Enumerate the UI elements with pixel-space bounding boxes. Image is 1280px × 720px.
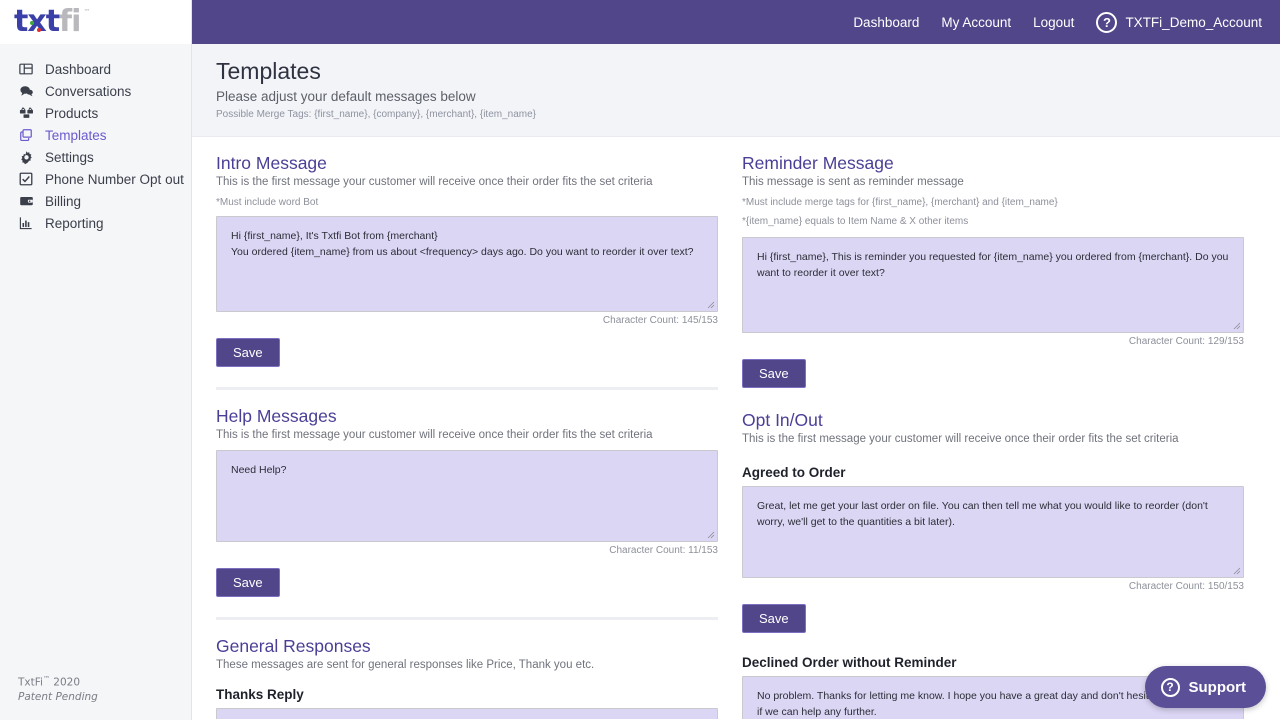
top-navbar: Dashboard My Account Logout ? TXTFi_Demo…: [192, 0, 1280, 44]
agreed-to-order-label: Agreed to Order: [742, 465, 846, 480]
dashboard-icon: [18, 61, 34, 77]
sidebar-item-label: Phone Number Opt out: [45, 171, 184, 187]
help-save-button[interactable]: Save: [216, 568, 280, 597]
right-column: Reminder Message This message is sent as…: [742, 153, 1244, 719]
general-title: General Responses: [216, 636, 371, 656]
topnav-dashboard[interactable]: Dashboard: [853, 15, 919, 30]
sidebar-item-conversations[interactable]: Conversations: [0, 80, 191, 102]
main-area: Dashboard My Account Logout ? TXTFi_Demo…: [192, 0, 1280, 720]
intro-message-textarea[interactable]: [216, 216, 718, 312]
help-title: Help Messages: [216, 406, 337, 426]
question-mark-circle-icon[interactable]: ?: [1096, 11, 1118, 33]
products-icon: [18, 105, 34, 121]
logo-wordmark: txtfi ™: [14, 4, 90, 39]
topnav-my-account[interactable]: My Account: [941, 15, 1011, 30]
thanks-reply-label: Thanks Reply: [216, 687, 304, 702]
reminder-subtitle: This message is sent as reminder message: [742, 176, 964, 188]
reminder-character-count: Character Count: 129/153: [1128, 336, 1244, 347]
reminder-note-2: *{item_name} equals to Item Name & X oth…: [742, 216, 969, 227]
intro-note: *Must include word Bot: [216, 197, 319, 208]
merge-tags-hint: Possible Merge Tags: {first_name}, {comp…: [216, 109, 536, 120]
content-columns: Intro Message This is the first message …: [192, 137, 1280, 719]
sidebar: txtfi ™ Dashboard Conversations Products…: [0, 0, 192, 720]
divider: [216, 387, 718, 390]
reminder-save-button[interactable]: Save: [742, 359, 806, 388]
general-subtitle: These messages are sent for general resp…: [216, 659, 595, 671]
logo[interactable]: txtfi ™: [0, 0, 191, 44]
page-subtitle: Please adjust your default messages belo…: [216, 89, 476, 104]
sidebar-item-phone-number-opt-out[interactable]: Phone Number Opt out: [0, 168, 191, 190]
sidebar-item-label: Reporting: [45, 215, 104, 231]
agreed-to-order-textarea[interactable]: [742, 486, 1244, 578]
section-reminder-message: Reminder Message This message is sent as…: [742, 153, 1244, 388]
intro-subtitle: This is the first message your customer …: [216, 176, 653, 188]
account-menu[interactable]: ? TXTFi_Demo_Account: [1096, 11, 1262, 33]
sidebar-item-label: Billing: [45, 193, 82, 209]
account-name-label: TXTFi_Demo_Account: [1125, 14, 1262, 30]
sidebar-item-label: Conversations: [45, 83, 132, 99]
logo-green-dot: [30, 21, 34, 25]
intro-title: Intro Message: [216, 153, 327, 173]
sidebar-item-label: Products: [45, 105, 99, 121]
agreed-to-order-character-count: Character Count: 150/153: [1128, 581, 1244, 592]
sidebar-nav: Dashboard Conversations Products Templat…: [0, 44, 191, 234]
trademark-symbol: ™: [42, 675, 50, 684]
logo-red-dot: [37, 28, 41, 32]
section-general-responses: General Responses These messages are sen…: [216, 636, 718, 719]
left-column: Intro Message This is the first message …: [216, 153, 718, 719]
bar-chart-icon: [18, 215, 34, 231]
optinout-title: Opt In/Out: [742, 410, 823, 430]
section-intro-message: Intro Message This is the first message …: [216, 153, 718, 367]
templates-copy-icon: [18, 127, 34, 143]
wallet-icon: [18, 193, 34, 209]
sidebar-item-billing[interactable]: Billing: [0, 190, 191, 212]
sidebar-item-label: Templates: [45, 127, 107, 143]
footer-patent-pending: Patent Pending: [18, 690, 98, 703]
section-help-messages: Help Messages This is the first message …: [216, 406, 718, 597]
support-button[interactable]: ? Support: [1144, 666, 1266, 708]
divider: [216, 617, 718, 620]
topnav-logout[interactable]: Logout: [1033, 15, 1074, 30]
chat-bubbles-icon: [18, 83, 34, 99]
checkbox-icon: [18, 171, 34, 187]
help-subtitle: This is the first message your customer …: [216, 429, 653, 441]
sidebar-item-label: Settings: [45, 149, 94, 165]
footer-copyright: TxtFi™ 2020: [18, 675, 80, 689]
sidebar-footer: TxtFi™ 2020 Patent Pending: [18, 675, 98, 704]
thanks-reply-textarea[interactable]: [216, 708, 718, 719]
sidebar-item-settings[interactable]: Settings: [0, 146, 191, 168]
sidebar-item-products[interactable]: Products: [0, 102, 191, 124]
page-title: Templates: [216, 58, 321, 84]
sidebar-item-templates[interactable]: Templates: [0, 124, 191, 146]
optinout-subtitle: This is the first message your customer …: [742, 433, 1179, 445]
sidebar-item-dashboard[interactable]: Dashboard: [0, 58, 191, 80]
logo-trademark: ™: [83, 8, 90, 16]
sidebar-item-reporting[interactable]: Reporting: [0, 212, 191, 234]
help-character-count: Character Count: 11/153: [609, 545, 718, 556]
intro-character-count: Character Count: 145/153: [602, 315, 718, 326]
sidebar-item-label: Dashboard: [45, 61, 112, 77]
reminder-title: Reminder Message: [742, 153, 894, 173]
support-label: Support: [1188, 678, 1247, 696]
page-header: Templates Please adjust your default mes…: [192, 44, 1280, 137]
app-root: txtfi ™ Dashboard Conversations Products…: [0, 0, 1280, 720]
reminder-message-textarea[interactable]: [742, 237, 1244, 333]
gear-icon: [18, 149, 34, 165]
reminder-note-1: *Must include merge tags for {first_name…: [742, 197, 1058, 208]
help-message-textarea[interactable]: [216, 450, 718, 542]
question-mark-circle-icon: ?: [1160, 677, 1180, 697]
agreed-to-order-save-button[interactable]: Save: [742, 604, 806, 633]
intro-save-button[interactable]: Save: [216, 338, 280, 367]
